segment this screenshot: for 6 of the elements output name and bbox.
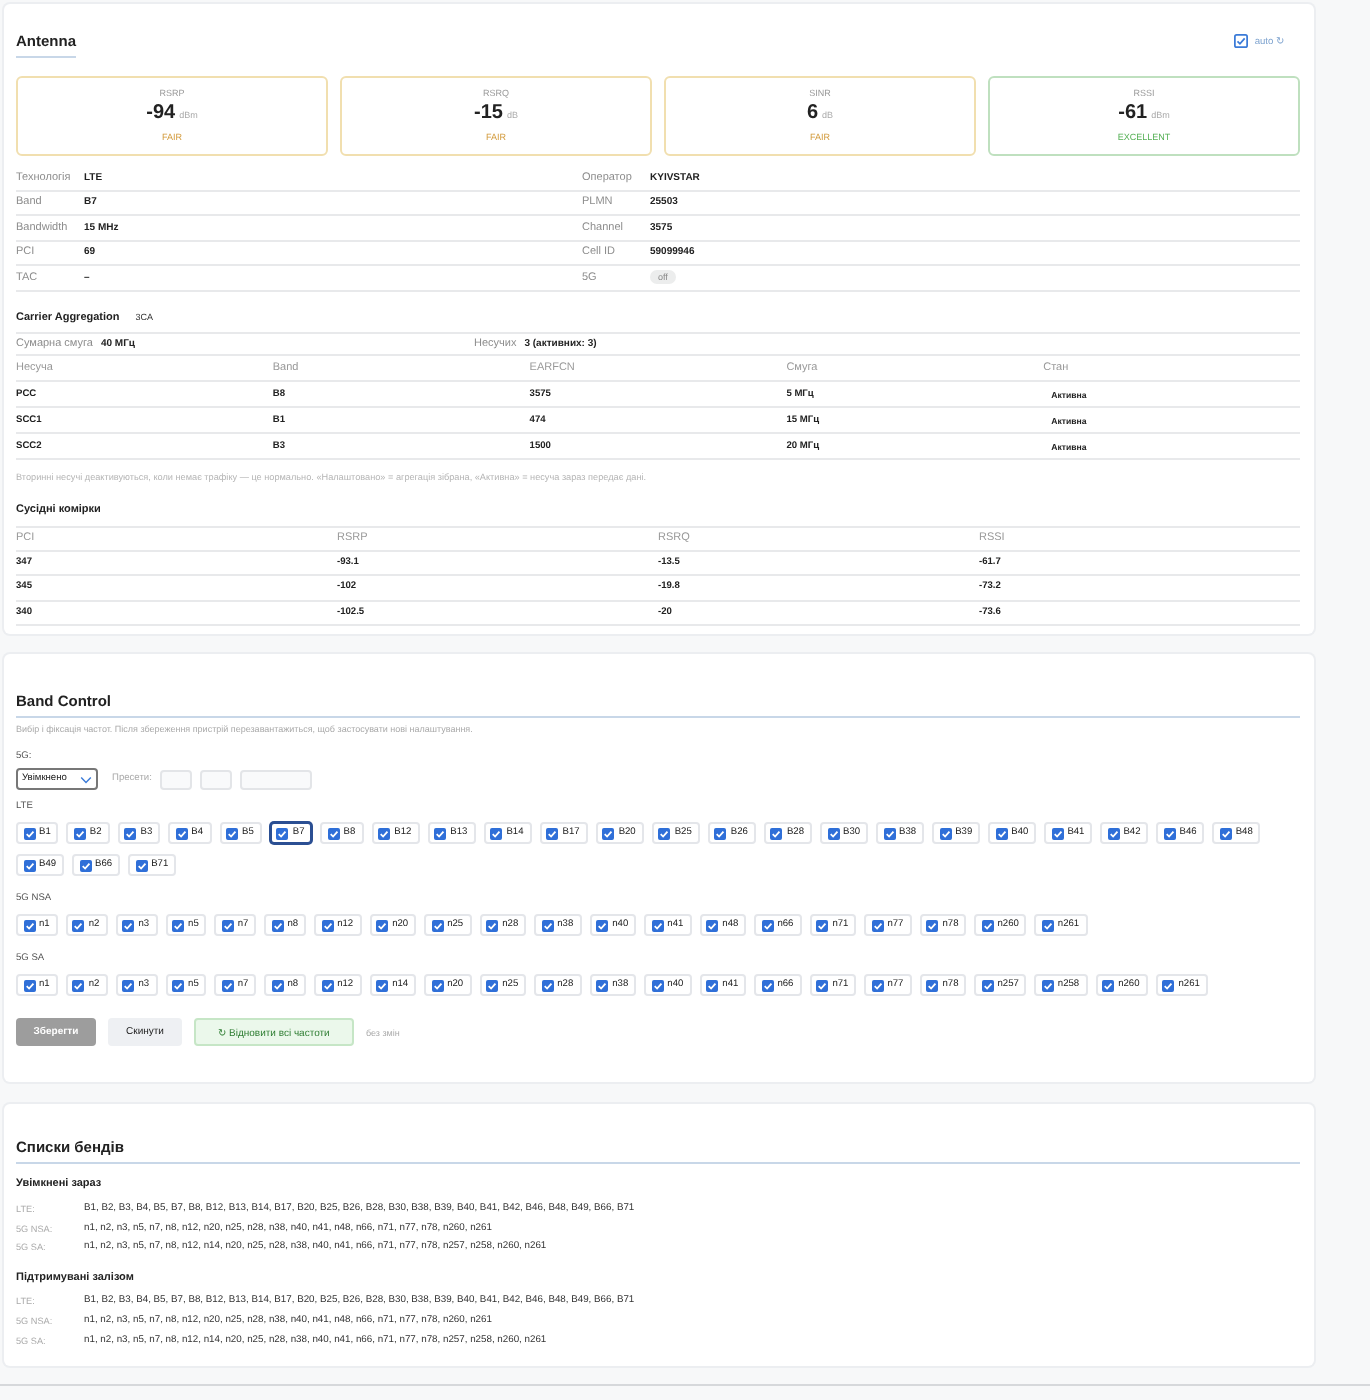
metric-value: 6 [806,102,819,126]
metric-value: -15 [474,102,503,126]
metric-value: -94 [146,102,176,126]
checkbox[interactable] [1234,34,1249,48]
metric-value: -61 [1118,102,1148,126]
chevron-down-icon [80,775,92,783]
